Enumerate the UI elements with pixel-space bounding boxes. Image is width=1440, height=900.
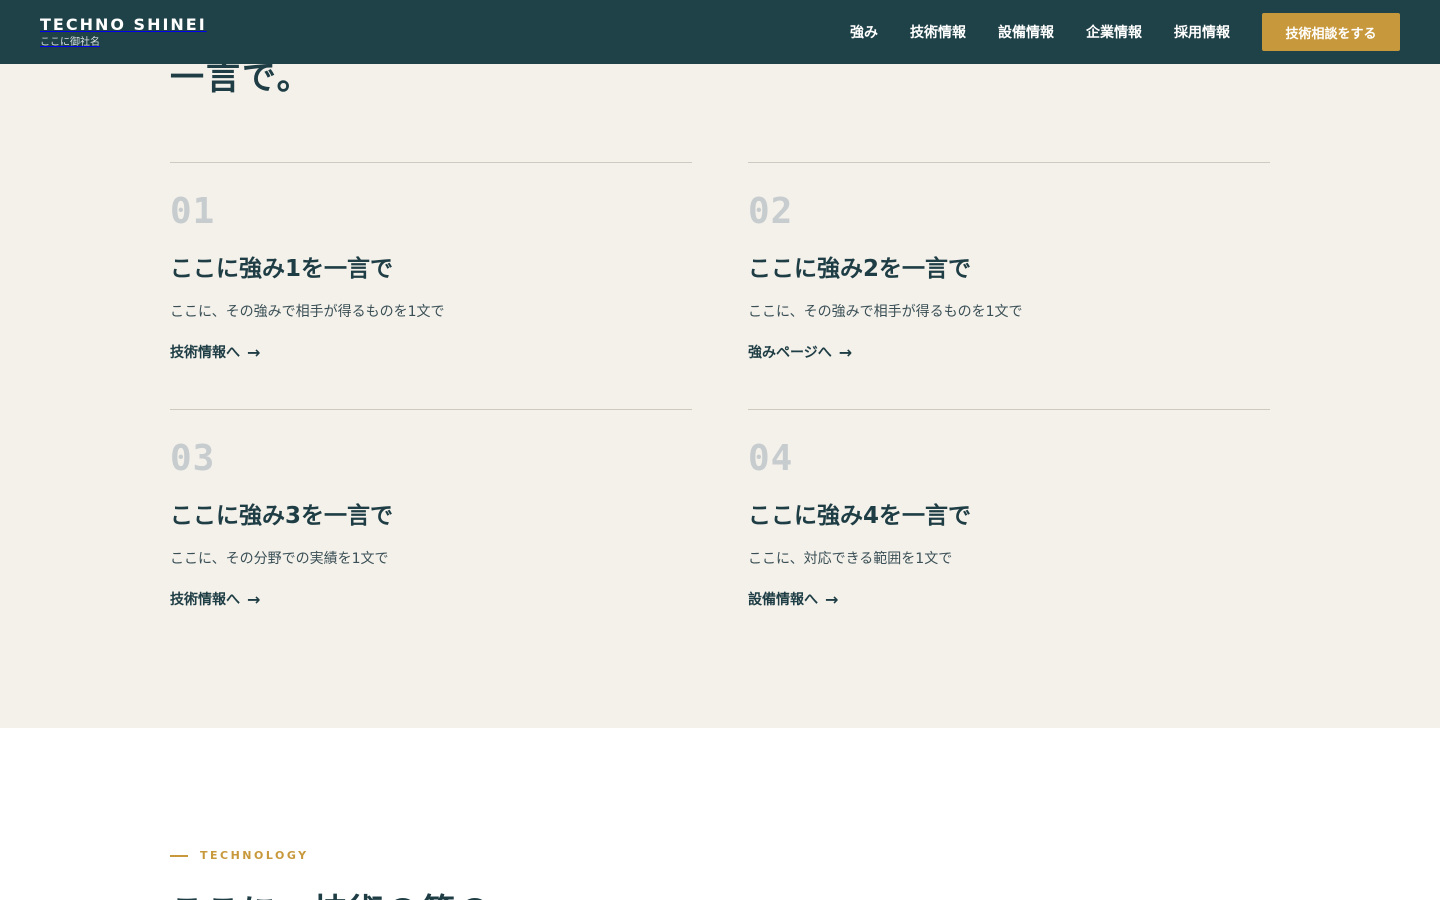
arrow-right-icon: → [838, 342, 853, 362]
strength-title: ここに強み1を一言で [170, 256, 394, 282]
strength-title: ここに強み4を一言で [748, 503, 972, 529]
brand-name: TECHNO SHINEI [40, 15, 207, 34]
main-nav: 強み 技術情報 設備情報 企業情報 採用情報 技術相談をする [850, 13, 1400, 51]
strength-description: ここに、その分野での実績を1文で [170, 551, 389, 567]
strength-description: ここに、その強みで相手が得るものを1文で [170, 304, 445, 320]
strength-number: 02 [748, 191, 794, 232]
strength-number: 03 [170, 438, 216, 479]
site-header: TECHNO SHINEI ここに御社名 強み 技術情報 設備情報 企業情報 採… [0, 0, 1440, 64]
strength-description: ここに、対応できる範囲を1文で [748, 551, 953, 567]
strength-card-2: 02 ここに強み2を一言で ここに、その強みで相手が得るものを1文で 強みページ… [748, 162, 1270, 362]
brand-logo[interactable]: TECHNO SHINEI ここに御社名 [40, 15, 207, 49]
brand-subtitle: ここに御社名 [40, 37, 100, 48]
strength-card-1: 01 ここに強み1を一言で ここに、その強みで相手が得るものを1文で 技術情報へ… [170, 162, 692, 362]
nav-item-technology[interactable]: 技術情報 [910, 22, 966, 42]
arrow-right-icon: → [825, 589, 839, 609]
strength-link-strengths[interactable]: 強みページへ → [748, 342, 852, 362]
strength-card-4: 04 ここに強み4を一言で ここに、対応できる範囲を1文で 設備情報へ → [748, 409, 1270, 609]
strength-title: ここに強み2を一言で [748, 256, 972, 282]
eyebrow-line [170, 854, 188, 857]
technology-eyebrow: TECHNOLOGY [170, 849, 309, 862]
strength-link-label: 強みページへ [748, 345, 832, 361]
strength-link-technology[interactable]: 技術情報へ → [170, 342, 260, 362]
arrow-right-icon: → [247, 589, 261, 609]
technology-section: TECHNOLOGY ここに、技術の第の [0, 728, 1440, 900]
strength-number: 04 [748, 438, 794, 479]
nav-item-equipment[interactable]: 設備情報 [998, 22, 1054, 42]
strength-card-3: 03 ここに強み3を一言で ここに、その分野での実績を1文で 技術情報へ → [170, 409, 692, 609]
strength-link-label: 設備情報へ [748, 592, 818, 608]
nav-item-company[interactable]: 企業情報 [1086, 22, 1142, 42]
nav-item-strengths[interactable]: 強み [850, 22, 878, 42]
technology-heading: ここに、技術の第の [170, 884, 493, 900]
strength-link-label: 技術情報へ [170, 345, 240, 361]
strength-link-label: 技術情報へ [170, 592, 240, 608]
strength-description: ここに、その強みで相手が得るものを1文で [748, 304, 1023, 320]
nav-item-recruit[interactable]: 採用情報 [1174, 22, 1230, 42]
strength-number: 01 [170, 191, 216, 232]
strengths-section: 一言で。 01 ここに強み1を一言で ここに、その強みで相手が得るものを1文で … [0, 0, 1440, 728]
consult-button[interactable]: 技術相談をする [1262, 13, 1400, 51]
strength-title: ここに強み3を一言で [170, 503, 394, 529]
arrow-right-icon: → [247, 342, 261, 362]
technology-label: TECHNOLOGY [200, 849, 309, 862]
strength-link-technology[interactable]: 技術情報へ → [170, 589, 260, 609]
strength-link-equipment[interactable]: 設備情報へ → [748, 589, 838, 609]
